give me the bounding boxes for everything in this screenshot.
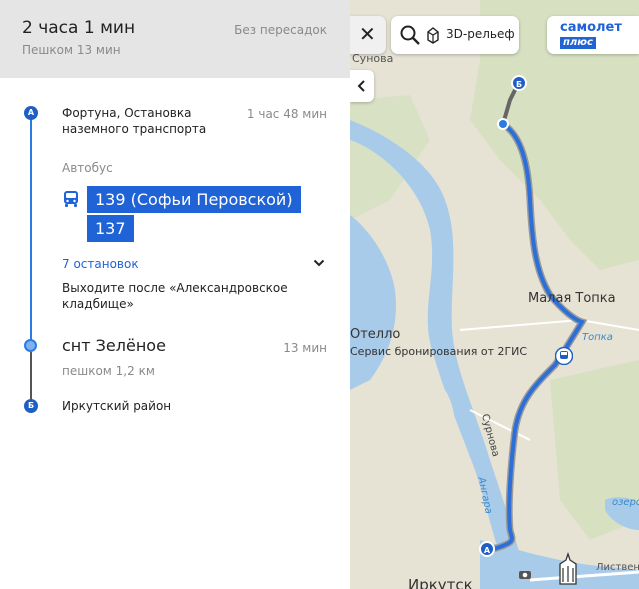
bus-icon — [64, 191, 78, 207]
end-stop-name[interactable]: Иркутский район — [62, 398, 171, 414]
relief-3d-label[interactable]: 3D-рельеф — [446, 27, 515, 41]
stops-count-link[interactable]: 7 остановок — [62, 257, 139, 271]
map-marker-a[interactable]: А — [479, 541, 495, 557]
bus-stop-map-icon[interactable] — [555, 347, 573, 365]
promo-badge: плюс — [560, 37, 596, 49]
transport-type: Автобус — [62, 161, 113, 175]
close-icon: ✕ — [359, 22, 376, 46]
route-summary[interactable]: 2 часа 1 мин Пешком 13 мин Без пересадок — [0, 0, 350, 78]
map-label-street: Лиственичный — [596, 562, 639, 573]
exit-instruction: Выходите после «Александровское кладбище… — [62, 280, 288, 312]
transfer-dot — [24, 339, 37, 352]
map-label-lake: озеро — [612, 497, 639, 508]
landmark-icon[interactable] — [555, 552, 581, 586]
bus-chip-137[interactable]: 137 — [87, 215, 134, 242]
map-label-topka: Топка — [582, 332, 613, 343]
samolet-plus-button[interactable]: самолет плюс — [547, 16, 639, 54]
relief-3d-icon — [427, 27, 439, 44]
start-segment-time: 1 час 48 мин — [246, 107, 327, 121]
start-stop-line2: наземного транспорта — [62, 122, 207, 136]
walk-time: 13 мин — [283, 341, 327, 355]
map-marker-b[interactable]: Б — [511, 75, 527, 91]
search-icon[interactable] — [399, 24, 421, 46]
map-label-city: Иркутск — [408, 576, 473, 589]
transfers-info: Без пересадок — [234, 23, 327, 37]
close-route-button[interactable]: ✕ — [350, 16, 386, 54]
end-marker: Б — [24, 399, 38, 413]
map-label-town: Малая Топка — [528, 291, 616, 306]
collapse-panel-button[interactable] — [350, 70, 374, 102]
route-panel: 2 часа 1 мин Пешком 13 мин Без пересадок… — [0, 0, 350, 589]
walk-distance: пешком 1,2 км — [62, 364, 155, 378]
exit-line1: Выходите после «Александровское — [62, 281, 288, 295]
walk-total: Пешком 13 мин — [22, 43, 121, 57]
promo-title: самолет — [560, 20, 622, 35]
chevron-down-icon[interactable] — [312, 256, 326, 270]
start-marker: А — [24, 106, 38, 120]
start-stop-line1: Фортуна, Остановка — [62, 106, 192, 120]
mid-stop-name[interactable]: снт Зелёное — [62, 336, 166, 355]
route-duration: 2 часа 1 мин — [22, 18, 136, 38]
map-search-toolbar[interactable]: 3D-рельеф — [391, 16, 519, 54]
camera-icon — [519, 571, 531, 579]
route-line-transit — [30, 118, 32, 346]
start-stop-name[interactable]: Фортуна, Остановка наземного транспорта — [62, 105, 206, 137]
chevron-left-icon — [357, 80, 365, 92]
map-poi-desc[interactable]: Сервис бронирования от 2ГИС — [350, 345, 527, 358]
map-poi-name[interactable]: Отелло — [350, 327, 400, 342]
map-view[interactable]: Б А Сунова Малая Топка Топка Отелло Серв… — [350, 0, 639, 589]
exit-line2: кладбище» — [62, 297, 134, 311]
route-line-walk — [30, 352, 32, 402]
bus-chip-139[interactable]: 139 (Софьи Перовской) — [87, 186, 301, 213]
